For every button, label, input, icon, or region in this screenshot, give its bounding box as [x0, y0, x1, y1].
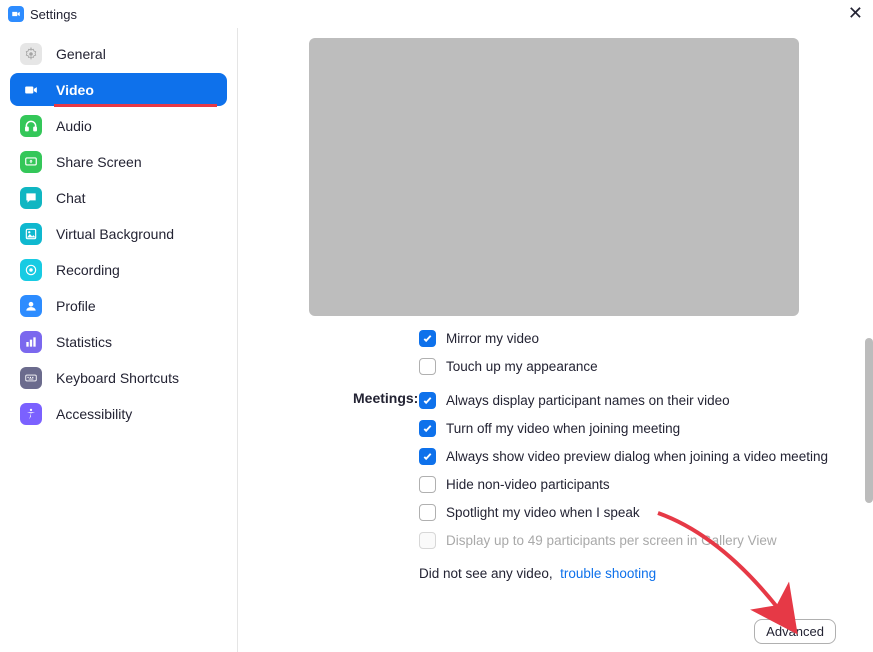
checkbox-checked-icon[interactable] [419, 392, 436, 409]
sidebar-item-statistics[interactable]: Statistics [10, 325, 227, 358]
annotation-underline [54, 104, 217, 107]
option-label: Touch up my appearance [446, 359, 598, 374]
option-label: Mirror my video [446, 331, 539, 346]
accessibility-icon [20, 403, 42, 425]
option-label: Hide non-video participants [446, 477, 610, 492]
option-preview-dialog[interactable]: Always show video preview dialog when jo… [419, 442, 833, 470]
title-bar: Settings ✕ [0, 0, 873, 28]
sidebar-item-label: Virtual Background [56, 226, 174, 242]
headphones-icon [20, 115, 42, 137]
main-panel: Mirror my video Touch up my appearance M… [238, 28, 873, 652]
option-49-participants: Display up to 49 participants per screen… [419, 526, 833, 554]
sidebar-item-virtual-background[interactable]: Virtual Background [10, 217, 227, 250]
gear-icon [20, 43, 42, 65]
sidebar-item-label: General [56, 46, 106, 62]
checkbox-unchecked-icon[interactable] [419, 476, 436, 493]
option-label: Turn off my video when joining meeting [446, 421, 680, 436]
close-button[interactable]: ✕ [848, 4, 863, 22]
chat-icon [20, 187, 42, 209]
zoom-app-icon [8, 6, 24, 22]
virtual-bg-icon [20, 223, 42, 245]
option-label: Always show video preview dialog when jo… [446, 449, 828, 464]
sidebar: General Video Audio Share Screen [0, 28, 238, 652]
sidebar-item-label: Accessibility [56, 406, 132, 422]
section-label-meetings: Meetings: [353, 386, 419, 581]
option-mirror-video[interactable]: Mirror my video [419, 324, 833, 352]
sidebar-item-label: Video [56, 82, 94, 98]
sidebar-item-accessibility[interactable]: Accessibility [10, 397, 227, 430]
sidebar-item-chat[interactable]: Chat [10, 181, 227, 214]
window-title: Settings [30, 7, 77, 22]
sidebar-item-share-screen[interactable]: Share Screen [10, 145, 227, 178]
sidebar-item-label: Profile [56, 298, 96, 314]
option-label: Always display participant names on thei… [446, 393, 730, 408]
sidebar-item-label: Chat [56, 190, 86, 206]
share-screen-icon [20, 151, 42, 173]
checkbox-disabled-icon [419, 532, 436, 549]
sidebar-item-label: Keyboard Shortcuts [56, 370, 179, 386]
option-hide-nonvideo[interactable]: Hide non-video participants [419, 470, 833, 498]
option-touch-up[interactable]: Touch up my appearance [419, 352, 833, 380]
sidebar-item-recording[interactable]: Recording [10, 253, 227, 286]
option-label: Spotlight my video when I speak [446, 505, 640, 520]
sidebar-item-label: Audio [56, 118, 92, 134]
checkbox-checked-icon[interactable] [419, 330, 436, 347]
checkbox-unchecked-icon[interactable] [419, 504, 436, 521]
recording-icon [20, 259, 42, 281]
sidebar-item-video[interactable]: Video [10, 73, 227, 106]
sidebar-item-label: Statistics [56, 334, 112, 350]
scrollbar[interactable] [865, 338, 873, 503]
option-spotlight[interactable]: Spotlight my video when I speak [419, 498, 833, 526]
video-icon [20, 79, 42, 101]
advanced-button[interactable]: Advanced [754, 619, 836, 644]
profile-icon [20, 295, 42, 317]
option-display-names[interactable]: Always display participant names on thei… [419, 386, 833, 414]
keyboard-icon [20, 367, 42, 389]
checkbox-unchecked-icon[interactable] [419, 358, 436, 375]
option-turn-off-video[interactable]: Turn off my video when joining meeting [419, 414, 833, 442]
checkbox-checked-icon[interactable] [419, 420, 436, 437]
troubleshoot-link[interactable]: trouble shooting [560, 566, 656, 581]
checkbox-checked-icon[interactable] [419, 448, 436, 465]
sidebar-item-keyboard-shortcuts[interactable]: Keyboard Shortcuts [10, 361, 227, 394]
video-preview [309, 38, 799, 316]
sidebar-item-audio[interactable]: Audio [10, 109, 227, 142]
sidebar-item-general[interactable]: General [10, 37, 227, 70]
statistics-icon [20, 331, 42, 353]
sidebar-item-label: Recording [56, 262, 120, 278]
sidebar-item-profile[interactable]: Profile [10, 289, 227, 322]
sidebar-item-label: Share Screen [56, 154, 142, 170]
help-text: Did not see any video, trouble shooting [419, 566, 833, 581]
option-label: Display up to 49 participants per screen… [446, 533, 777, 548]
